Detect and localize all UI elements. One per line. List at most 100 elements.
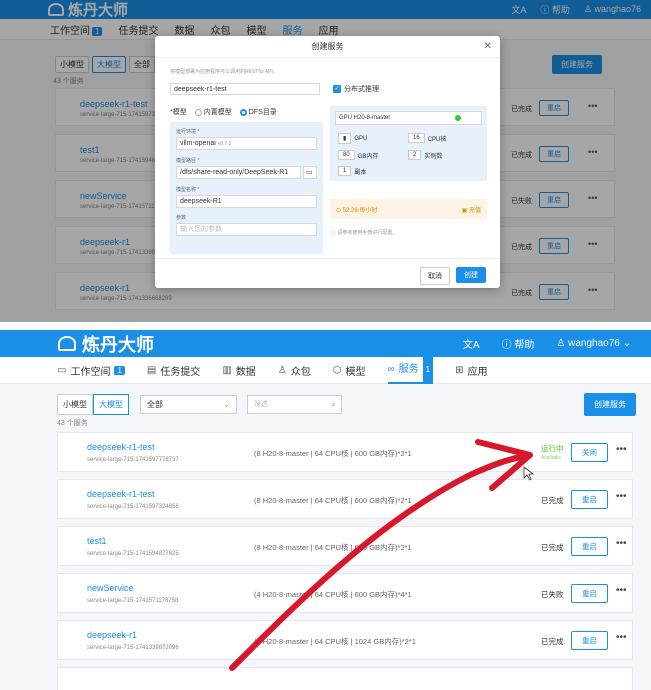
- nav-service[interactable]: ∞ 服务 1: [387, 355, 434, 384]
- status-label: 已完成: [541, 496, 564, 505]
- service-name[interactable]: deepseek-r1: [87, 630, 137, 640]
- table-row: deepseek-r1 service-large-715-1741339872…: [57, 620, 633, 660]
- instances-field[interactable]: 2: [408, 150, 422, 160]
- nav-data[interactable]: ▥ 数据: [222, 363, 255, 378]
- model-name-field[interactable]: deepseek-R1: [176, 195, 317, 208]
- restart-button[interactable]: 重启: [571, 537, 608, 556]
- nav-workspace[interactable]: ▭ 工作空间 1: [57, 363, 125, 378]
- restart-button[interactable]: 重启: [571, 631, 608, 650]
- folder-icon[interactable]: ▭: [303, 166, 317, 179]
- dfs-radio[interactable]: DFS目录: [239, 107, 277, 117]
- runtime-select[interactable]: vllm-openai v0.7.3: [176, 137, 317, 150]
- brand-name: 炼丹大师: [82, 334, 154, 355]
- bottom-header: 炼丹大师 文A ⓘ 帮助 ♙ wanghao76 ⌄: [0, 330, 651, 357]
- more-icon[interactable]: •••: [616, 538, 627, 549]
- filter-input[interactable]: 筛选 ⌕: [247, 395, 342, 414]
- link-icon: ∞: [387, 363, 395, 375]
- more-icon[interactable]: •••: [616, 444, 627, 455]
- check-icon: ✓: [333, 85, 341, 93]
- gpu-count-box[interactable]: ▮: [338, 133, 352, 144]
- nav-crowd[interactable]: ♙ 众包: [278, 363, 311, 378]
- service-count: 43 个服务: [57, 420, 88, 427]
- nav-app[interactable]: ⊞ 应用: [455, 363, 487, 378]
- modal-title: 创建服务: [311, 42, 344, 51]
- price-text: ⊙ 52.28 每小时: [336, 207, 378, 214]
- create-service-modal: 创建服务 ✕ 将模型部署为应用程序可以调用的RESTful API。 ✓分布式推理…: [155, 36, 500, 288]
- price-banner: ⊙ 52.28 每小时 ▣ 充值: [330, 199, 487, 219]
- replicas-field[interactable]: 1: [338, 166, 352, 176]
- chevron-down-icon: ⌄: [622, 338, 631, 349]
- model-label-text: 模型: [172, 109, 187, 116]
- category-select[interactable]: 全部 ⌄: [140, 395, 237, 414]
- model-path-field[interactable]: /dfs/share-read-only/DeepSeek-R1: [176, 166, 301, 179]
- distributed-checkbox[interactable]: ✓ 分布式推理: [333, 84, 379, 94]
- search-icon[interactable]: ⌕: [332, 396, 336, 413]
- close-icon[interactable]: ✕: [484, 36, 492, 58]
- model-label: *模型: [170, 109, 187, 116]
- resource-spec: (8 H20-8-master | 64 CPU核 | 600 GB内存)*2*…: [254, 449, 412, 458]
- service-name[interactable]: newService: [87, 583, 134, 593]
- restart-button[interactable]: 重启: [571, 490, 608, 509]
- service-name[interactable]: deepseek-r1-test: [87, 442, 155, 452]
- chevron-down-icon: ⌄: [223, 400, 230, 409]
- resource-spec: (8 H20-8-master | 64 CPU核 | 1024 GB内存)*2…: [254, 637, 416, 646]
- config-note: ⓘ 请参考使用手册进行配置。: [331, 230, 398, 236]
- user-name: wanghao76: [568, 338, 620, 349]
- runtime-value: vllm-openai: [180, 140, 216, 147]
- service-name-field[interactable]: [170, 83, 320, 95]
- cancel-button[interactable]: 取消: [420, 267, 450, 285]
- large-model-toggle[interactable]: 大模型: [93, 394, 129, 415]
- restart-button[interactable]: 重启: [571, 584, 608, 603]
- resource-spec: (4 H20-8-master | 64 CPU核 | 600 GB内存)*4*…: [254, 590, 412, 599]
- help-label: 帮助: [514, 340, 535, 351]
- service-name[interactable]: test1: [87, 536, 107, 546]
- nav-tasks[interactable]: ▤ 任务提交: [147, 363, 200, 378]
- nav-badge: 1: [422, 355, 434, 383]
- table-row: [57, 667, 633, 690]
- grid-icon: ⊞: [455, 364, 464, 376]
- top-screenshot: 炼丹大师 文A ⓘ 帮助 ♙ wanghao76 工作空间 1 任务提交 数据 众…: [0, 0, 651, 322]
- brand-logo[interactable]: 炼丹大师: [58, 331, 154, 357]
- params-field[interactable]: 输入您的参数: [176, 223, 317, 236]
- brand-icon: [58, 336, 76, 351]
- dfs-label: DFS目录: [248, 109, 277, 116]
- task-icon: ▤: [146, 364, 157, 376]
- mem-label: GB内存: [357, 153, 379, 160]
- create-button[interactable]: 创建: [456, 267, 486, 283]
- table-row: deepseek-r1-test service-large-715-17415…: [57, 432, 633, 472]
- more-icon[interactable]: •••: [616, 585, 627, 596]
- status-sub-label: Available: [541, 455, 562, 461]
- resource-spec: (8 H20-8-master | 64 CPU核 | 600 GB内存)*2*…: [254, 496, 412, 505]
- cpu-field[interactable]: 16: [408, 133, 425, 143]
- more-icon[interactable]: •••: [616, 632, 627, 643]
- builtin-label: 内置模型: [203, 109, 232, 116]
- category-value: 全部: [147, 400, 163, 409]
- create-service-button[interactable]: 创建服务: [584, 393, 636, 416]
- small-model-toggle[interactable]: 小模型: [57, 394, 93, 415]
- service-name[interactable]: deepseek-r1-test: [87, 489, 155, 499]
- translate-icon[interactable]: 文A: [463, 336, 480, 351]
- resource-panel: GPU H20-8-master ▮ GPU 16 CPU核 80 GB内存 2 实例数…: [330, 106, 487, 181]
- params-label: 参数: [176, 215, 187, 221]
- help-link[interactable]: ⓘ 帮助: [502, 336, 535, 351]
- mem-field[interactable]: 80: [338, 150, 355, 160]
- price-value: 52.28: [342, 207, 358, 214]
- gpu-select[interactable]: GPU H20-8-master: [335, 111, 482, 125]
- status-label: 已失败: [541, 590, 564, 599]
- nav-label: 任务提交: [160, 366, 201, 378]
- bottom-screenshot: 炼丹大师 文A ⓘ 帮助 ♙ wanghao76 ⌄ ▭ 工作空间 1 ▤ 任务提交 …: [0, 330, 651, 690]
- user-menu[interactable]: ♙ wanghao76 ⌄: [556, 338, 631, 349]
- table-row: newService service-large-715-17415711787…: [57, 573, 633, 613]
- stop-button[interactable]: 关闭: [571, 443, 608, 462]
- builtin-radio[interactable]: 内置模型: [194, 107, 232, 117]
- runtime-version: v0.7.3: [217, 141, 232, 147]
- nav-model[interactable]: ⬡ 模型: [333, 363, 366, 378]
- service-id: service-large-715-1741594877625: [87, 551, 179, 557]
- more-icon[interactable]: •••: [616, 491, 627, 502]
- status-label: 已完成: [541, 543, 564, 552]
- status-dot-icon: [455, 115, 461, 121]
- recharge-link[interactable]: ▣ 充值: [462, 205, 481, 214]
- nav-badge: 1: [114, 365, 125, 375]
- instances-label: 实例数: [424, 153, 443, 160]
- radio-selected-icon: [239, 108, 247, 116]
